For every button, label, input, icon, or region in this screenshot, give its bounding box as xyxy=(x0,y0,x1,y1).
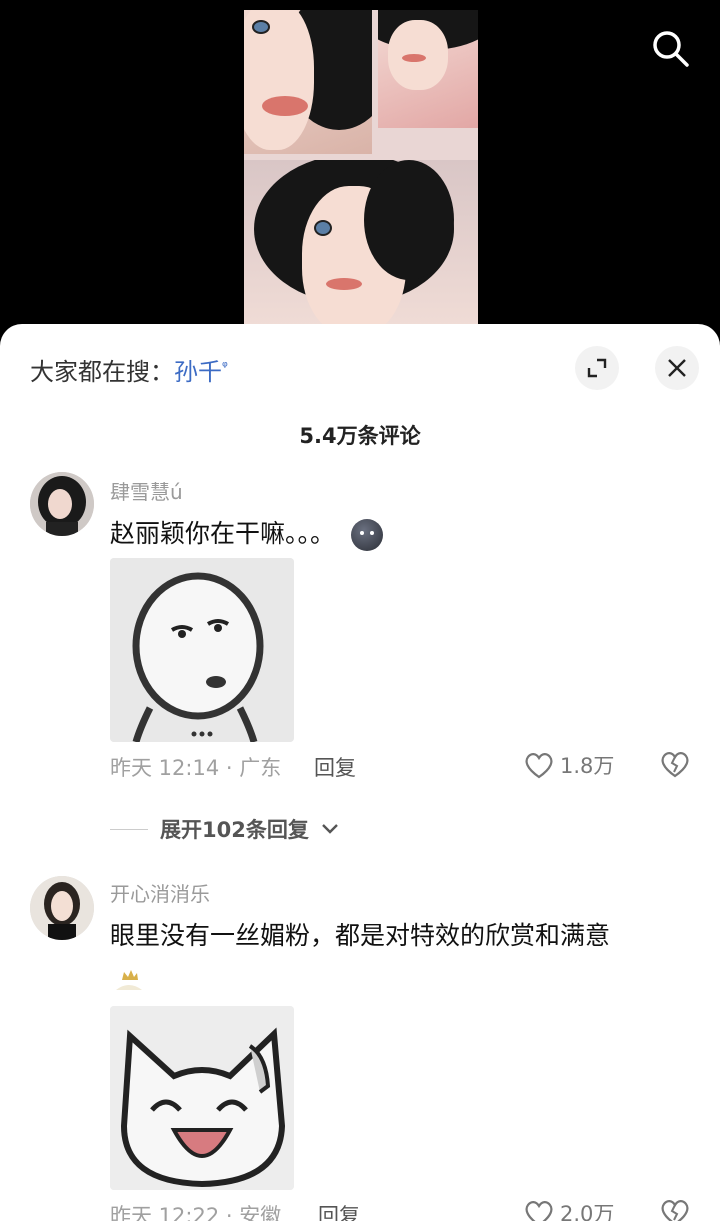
video-player[interactable] xyxy=(0,0,720,340)
broken-heart-icon xyxy=(661,752,689,778)
comment-meta: 昨天 12:14 · 广东 xyxy=(110,756,282,780)
crown-sticker xyxy=(112,962,146,996)
hot-search-bar[interactable]: 大家都在搜：孙千ᵠ xyxy=(30,352,228,387)
expand-button[interactable] xyxy=(575,346,619,390)
comment-username[interactable]: 开心消消乐 xyxy=(110,878,210,907)
reply-button[interactable]: 回复 xyxy=(314,752,356,782)
broken-heart-icon xyxy=(661,1200,689,1221)
comment-text: 眼里没有一丝媚粉，都是对特效的欣赏和满意 xyxy=(110,921,611,950)
dislike-button[interactable] xyxy=(660,750,690,782)
video-frame-artwork xyxy=(244,10,478,328)
search-small-icon: ᵠ xyxy=(222,359,228,375)
heart-icon xyxy=(525,1201,553,1221)
dislike-button[interactable] xyxy=(660,1198,690,1221)
close-button[interactable] xyxy=(655,346,699,390)
search-button[interactable] xyxy=(650,28,690,68)
artwork-panel-top-right xyxy=(378,10,478,128)
like-button[interactable]: 1.8万 xyxy=(524,750,614,780)
avatar[interactable] xyxy=(30,876,94,940)
expand-icon xyxy=(587,358,607,378)
dark-face-emoji xyxy=(350,519,383,551)
search-icon xyxy=(653,31,689,67)
comment-meta: 昨天 12:22 · 安徽 xyxy=(110,1204,282,1221)
hot-search-prefix: 大家都在搜： xyxy=(30,358,174,386)
comment-item: 肆雪慧ú 赵丽颖你在干嘛。。。 昨天 12:14 · 广东 回复 1.8万 展开… xyxy=(0,470,720,890)
comment-username[interactable]: 肆雪慧ú xyxy=(110,476,183,505)
heart-icon xyxy=(525,753,553,779)
comment-count: 5.4万条评论 xyxy=(299,424,421,448)
stick-figure-meme[interactable] xyxy=(110,558,294,742)
comment-text: 赵丽颖你在干嘛。。。 xyxy=(110,514,383,551)
expand-replies[interactable]: 展开102条回复 xyxy=(110,814,339,844)
reply-button[interactable]: 回复 xyxy=(318,1200,360,1221)
divider xyxy=(110,828,148,830)
comment-sheet: 大家都在搜：孙千ᵠ 5.4万条评论 肆雪慧ú 赵丽颖你在干嘛。。。 昨天 12:… xyxy=(0,324,720,1221)
hot-search-term[interactable]: 孙千 xyxy=(174,358,222,386)
close-icon xyxy=(668,359,686,377)
artwork-panel-top-left xyxy=(244,10,372,154)
chevron-down-icon xyxy=(321,824,338,834)
like-button[interactable]: 2.0万 xyxy=(524,1198,614,1221)
like-count: 1.8万 xyxy=(560,754,615,778)
comment-item: 开心消消乐 眼里没有一丝媚粉，都是对特效的欣赏和满意 昨天 12:22 · 安徽… xyxy=(0,874,720,1221)
expand-replies-label: 展开102条回复 xyxy=(160,818,309,842)
like-count: 2.0万 xyxy=(560,1202,615,1221)
avatar[interactable] xyxy=(30,472,94,536)
laughing-cat-meme[interactable] xyxy=(110,1006,294,1190)
artwork-panel-bottom xyxy=(244,160,478,328)
